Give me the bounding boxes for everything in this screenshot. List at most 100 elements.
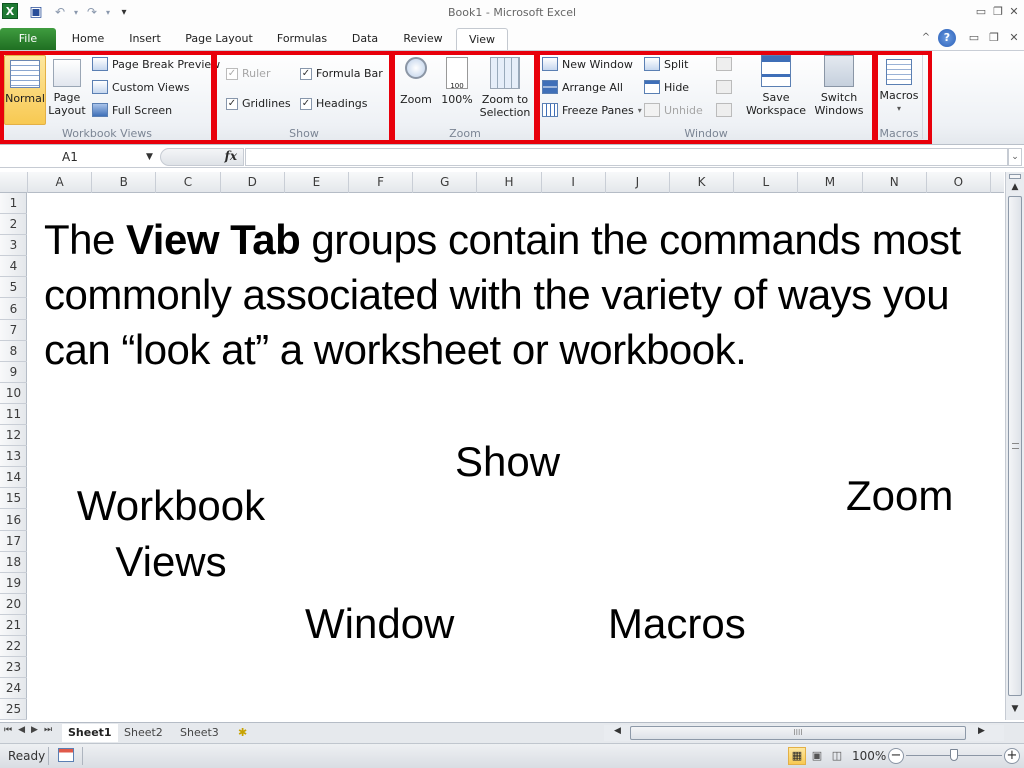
column-header[interactable]: K — [670, 172, 735, 193]
column-header[interactable]: N — [863, 172, 927, 193]
column-header[interactable]: E — [285, 172, 349, 193]
row-header[interactable]: 19 — [0, 573, 27, 594]
column-header[interactable]: G — [413, 172, 478, 193]
scroll-up-icon[interactable]: ▲ — [1006, 182, 1024, 192]
column-header[interactable]: B — [92, 172, 157, 193]
switch-windows-button[interactable]: Switch Windows — [808, 55, 870, 117]
sheet-navigation-icons[interactable]: ⏮◀▶⏭ — [4, 725, 58, 735]
select-all-button[interactable] — [0, 172, 28, 193]
row-header[interactable]: 25 — [0, 699, 27, 721]
view-side-by-side-button[interactable] — [716, 57, 732, 71]
row-header[interactable]: 5 — [0, 277, 27, 299]
row-header[interactable]: 22 — [0, 636, 27, 658]
row-header[interactable]: 1 — [0, 193, 27, 214]
horizontal-scrollbar[interactable]: ◀ IIII ▶ — [604, 725, 1004, 741]
column-header[interactable]: L — [734, 172, 799, 193]
split-box-handle[interactable] — [1009, 174, 1021, 179]
tab-review[interactable]: Review — [396, 28, 450, 50]
row-header[interactable]: 15 — [0, 488, 27, 510]
tab-home[interactable]: Home — [64, 28, 112, 50]
tab-page-layout[interactable]: Page Layout — [180, 28, 258, 50]
workbook-minimize-icon[interactable]: ▭ — [966, 31, 982, 45]
sheet-tab-sheet1[interactable]: Sheet1 — [62, 724, 118, 742]
expand-formula-bar-icon[interactable]: ⌄ — [1008, 148, 1022, 166]
column-header[interactable]: C — [156, 172, 221, 193]
formula-bar-checkbox[interactable]: ✓ Formula Bar — [300, 67, 383, 80]
insert-function-button[interactable]: fx — [160, 148, 244, 166]
normal-view-button[interactable]: Normal — [4, 55, 46, 125]
arrange-all-button[interactable]: Arrange All — [542, 80, 623, 94]
insert-worksheet-icon[interactable]: ✱ — [232, 724, 253, 742]
column-header[interactable]: D — [221, 172, 285, 193]
page-break-status-icon[interactable]: ◫ — [828, 747, 846, 765]
row-header[interactable]: 18 — [0, 552, 27, 573]
row-header[interactable]: 13 — [0, 446, 27, 468]
zoom-slider-thumb[interactable] — [950, 749, 958, 761]
tab-insert[interactable]: Insert — [122, 28, 168, 50]
zoom-out-icon[interactable]: − — [888, 748, 904, 764]
hide-button[interactable]: Hide — [644, 80, 689, 94]
workbook-close-icon[interactable]: ✕ — [1006, 31, 1022, 45]
gridlines-checkbox[interactable]: ✓ Gridlines — [226, 97, 291, 110]
row-header[interactable]: 20 — [0, 594, 27, 615]
zoom-button[interactable]: Zoom — [398, 57, 434, 106]
collapse-ribbon-icon[interactable]: ^ — [918, 31, 934, 45]
page-layout-status-icon[interactable]: ▣ — [808, 747, 826, 765]
row-header[interactable]: 2 — [0, 214, 27, 236]
unhide-button[interactable]: Unhide — [644, 103, 703, 117]
freeze-panes-button[interactable]: Freeze Panes ▾ — [542, 103, 642, 117]
sheet-tab-sheet3[interactable]: Sheet3 — [174, 724, 225, 742]
ruler-checkbox[interactable]: ✓ Ruler — [226, 67, 270, 80]
row-header[interactable]: 12 — [0, 425, 27, 447]
headings-checkbox[interactable]: ✓ Headings — [300, 97, 368, 110]
formula-input[interactable] — [245, 148, 1008, 166]
name-box-dropdown-icon[interactable]: ▼ — [146, 148, 153, 166]
synchronous-scrolling-button[interactable] — [716, 80, 732, 94]
reset-window-position-button[interactable] — [716, 103, 732, 117]
column-header[interactable]: F — [349, 172, 414, 193]
vertical-scrollbar[interactable]: ▲ ▼ — [1005, 172, 1024, 720]
row-header[interactable]: 16 — [0, 510, 27, 531]
row-header[interactable]: 9 — [0, 362, 27, 383]
tab-file[interactable]: File — [0, 28, 56, 50]
close-icon[interactable]: ✕ — [1006, 5, 1022, 19]
tab-view[interactable]: View — [456, 28, 508, 50]
zoom-to-selection-button[interactable]: Zoom to Selection — [478, 57, 532, 119]
full-screen-button[interactable]: Full Screen — [92, 103, 172, 117]
split-button[interactable]: Split — [644, 57, 688, 71]
horizontal-scroll-thumb[interactable]: IIII — [630, 726, 966, 740]
row-header[interactable]: 23 — [0, 657, 27, 679]
column-header[interactable]: A — [28, 172, 93, 193]
row-header[interactable]: 10 — [0, 383, 27, 404]
zoom-in-icon[interactable]: + — [1004, 748, 1020, 764]
restore-icon[interactable]: ❐ — [990, 5, 1006, 19]
page-layout-view-button[interactable]: Page Layout — [48, 55, 86, 117]
name-box[interactable]: A1 ▼ — [2, 148, 158, 166]
help-icon[interactable]: ? — [938, 29, 956, 47]
scroll-right-icon[interactable]: ▶ — [978, 726, 985, 736]
row-header[interactable]: 17 — [0, 531, 27, 552]
save-workspace-button[interactable]: Save Workspace — [744, 55, 808, 117]
custom-views-button[interactable]: Custom Views — [92, 80, 189, 94]
vertical-scroll-thumb[interactable] — [1008, 196, 1022, 696]
column-header[interactable]: O — [927, 172, 991, 193]
tab-formulas[interactable]: Formulas — [270, 28, 334, 50]
row-header[interactable]: 11 — [0, 404, 27, 425]
scroll-down-icon[interactable]: ▼ — [1006, 704, 1024, 714]
row-header[interactable]: 6 — [0, 299, 27, 320]
new-window-button[interactable]: New Window — [542, 57, 633, 71]
row-header[interactable]: 3 — [0, 235, 27, 257]
column-header[interactable]: J — [606, 172, 670, 193]
scroll-left-icon[interactable]: ◀ — [614, 726, 621, 736]
macros-button[interactable]: Macros ▾ — [878, 59, 920, 115]
row-header[interactable]: 4 — [0, 256, 27, 278]
minimize-icon[interactable]: ▭ — [973, 5, 989, 19]
zoom-slider[interactable] — [906, 749, 1002, 761]
normal-view-status-icon[interactable]: ▦ — [788, 747, 806, 765]
row-header[interactable]: 24 — [0, 678, 27, 700]
column-header[interactable]: M — [798, 172, 863, 193]
workbook-restore-icon[interactable]: ❐ — [986, 31, 1002, 45]
row-header[interactable]: 21 — [0, 615, 27, 636]
row-header[interactable]: 14 — [0, 467, 27, 489]
zoom-level[interactable]: 100% — [852, 749, 886, 763]
